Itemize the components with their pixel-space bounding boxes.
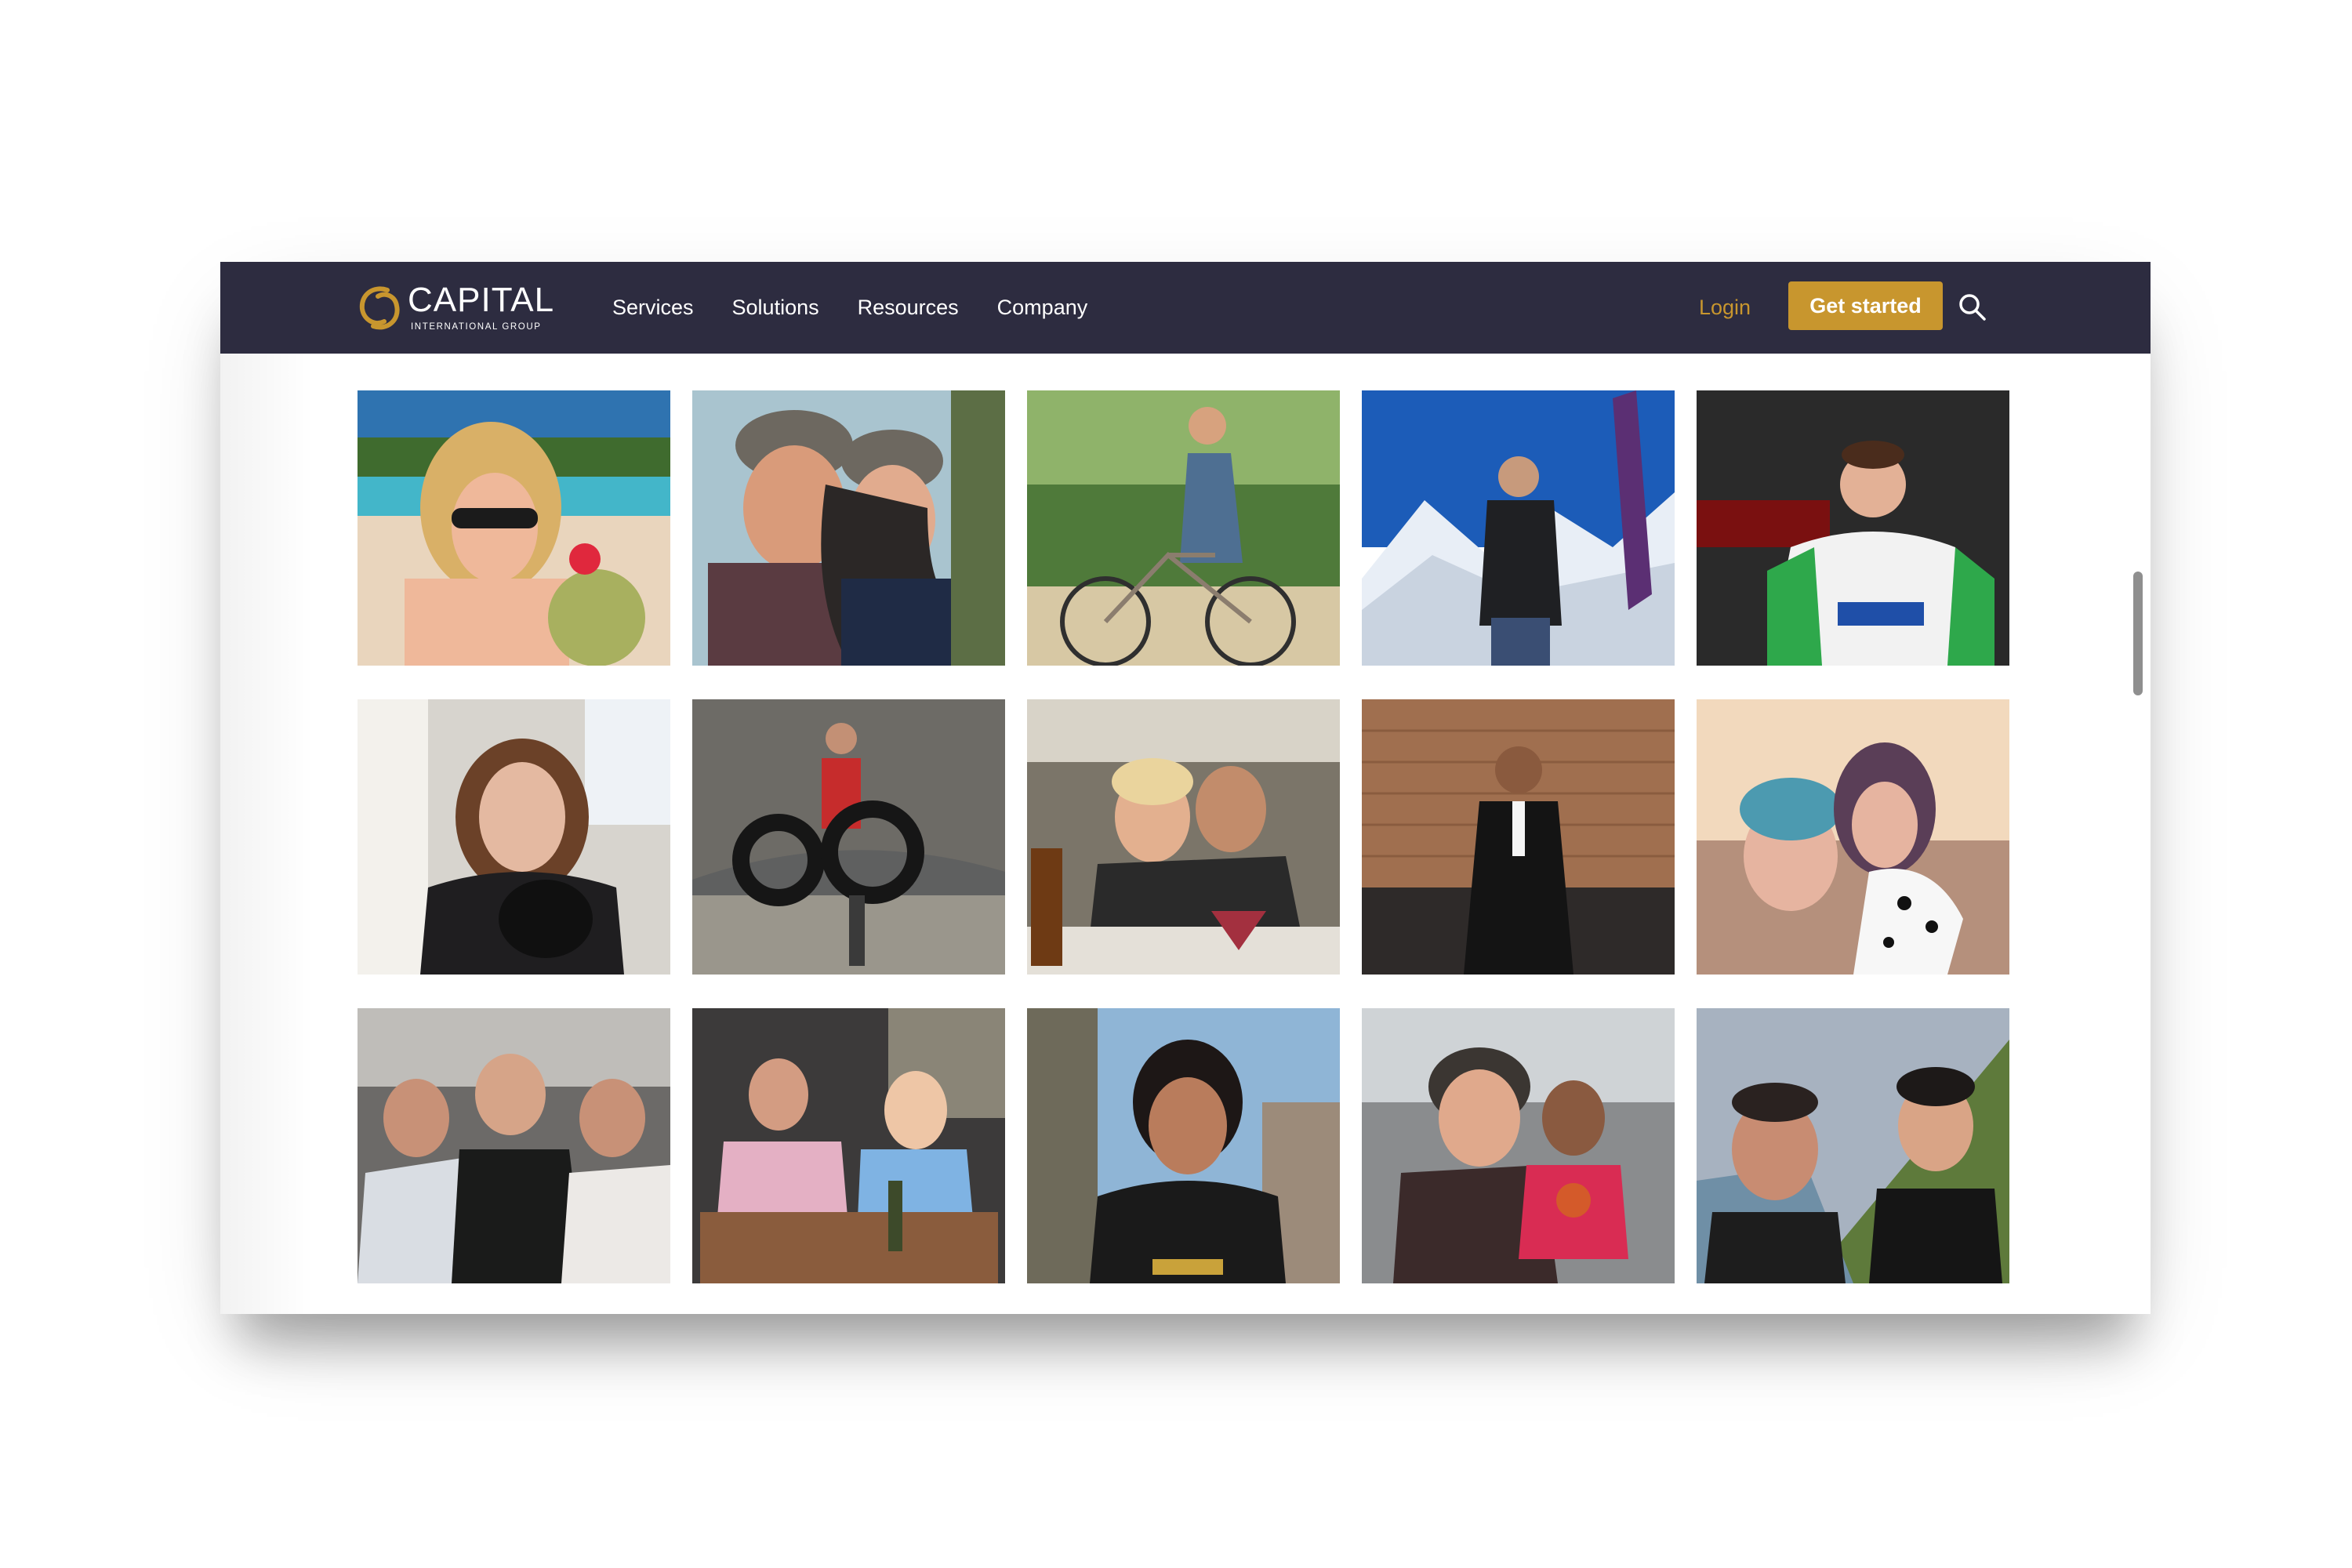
- team-photo: [692, 699, 1005, 975]
- team-photo: [1697, 1008, 2009, 1283]
- team-photo: [1027, 390, 1340, 666]
- team-photo: [1362, 699, 1675, 975]
- team-photo: [358, 390, 670, 666]
- logo-tagline: INTERNATIONAL GROUP: [411, 322, 542, 332]
- team-photo: [1362, 390, 1675, 666]
- team-photo: [1697, 699, 2009, 975]
- get-started-button[interactable]: Get started: [1788, 281, 1943, 330]
- team-photo: [1027, 1008, 1340, 1283]
- team-photo: [358, 699, 670, 975]
- team-photo: [692, 1008, 1005, 1283]
- team-photo: [692, 390, 1005, 666]
- capital-logo[interactable]: CAPITAL INTERNATIONAL GROUP: [356, 281, 555, 336]
- team-photo: [358, 1008, 670, 1283]
- team-photo: [1027, 699, 1340, 975]
- page-scrollbar[interactable]: [2133, 572, 2143, 695]
- nav-resources[interactable]: Resources: [858, 296, 959, 320]
- browser-window: CAPITAL INTERNATIONAL GROUP Services Sol…: [220, 262, 2151, 1314]
- team-photo-grid: [358, 390, 2013, 1283]
- logo-swirl-icon: [359, 286, 400, 330]
- content-edge-shadow: [220, 354, 314, 1314]
- team-photo: [1362, 1008, 1675, 1283]
- team-photo: [1697, 390, 2009, 666]
- nav-services[interactable]: Services: [612, 296, 694, 320]
- top-navbar: CAPITAL INTERNATIONAL GROUP Services Sol…: [220, 262, 2151, 354]
- nav-company[interactable]: Company: [997, 296, 1088, 320]
- search-icon[interactable]: [1957, 292, 1988, 323]
- login-link[interactable]: Login: [1699, 262, 1751, 354]
- logo-wordmark: CAPITAL: [408, 281, 555, 319]
- nav-solutions[interactable]: Solutions: [732, 296, 819, 320]
- main-nav: Services Solutions Resources Company: [612, 262, 1126, 354]
